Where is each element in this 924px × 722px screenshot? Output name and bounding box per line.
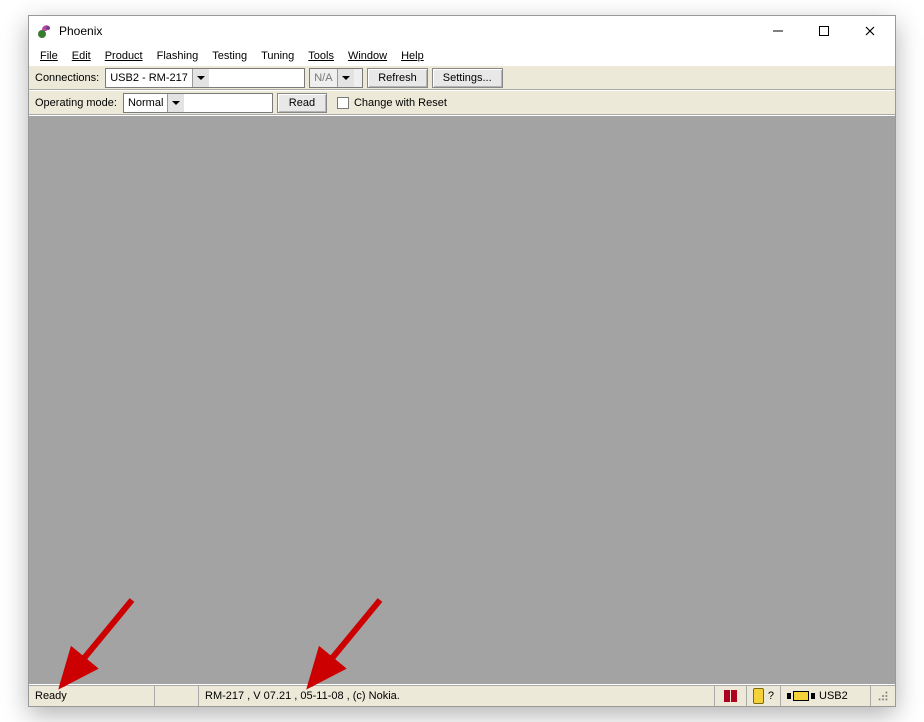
- status-help[interactable]: ?: [747, 686, 781, 706]
- menu-help[interactable]: Help: [394, 49, 431, 63]
- app-icon: [37, 23, 53, 39]
- menu-testing[interactable]: Testing: [205, 49, 254, 63]
- status-grip: [871, 686, 895, 706]
- menu-bar: File Edit Product Flashing Testing Tunin…: [29, 46, 895, 65]
- status-device-info-text: RM-217 , V 07.21 , 05-11-08 , (c) Nokia.: [205, 690, 400, 702]
- close-button[interactable]: [847, 16, 893, 46]
- resize-grip-icon: [877, 689, 889, 703]
- checkbox-box-icon[interactable]: [337, 97, 349, 109]
- na-combo: N/A: [309, 68, 363, 88]
- mdi-client-area: [29, 115, 895, 685]
- usb-icon: [787, 691, 815, 701]
- menu-file[interactable]: File: [33, 49, 65, 63]
- maximize-button[interactable]: [801, 16, 847, 46]
- refresh-button[interactable]: Refresh: [367, 68, 428, 88]
- connections-label: Connections:: [35, 72, 99, 84]
- read-button[interactable]: Read: [277, 93, 327, 113]
- status-usb: USB2: [781, 686, 871, 706]
- operating-mode-value: Normal: [124, 94, 167, 112]
- status-usb-text: USB2: [819, 690, 848, 702]
- status-device-info: RM-217 , V 07.21 , 05-11-08 , (c) Nokia.: [199, 686, 715, 706]
- operating-mode-combo[interactable]: Normal: [123, 93, 273, 113]
- na-value: N/A: [310, 69, 336, 87]
- toolbar-operating-mode: Operating mode: Normal Read Change with …: [29, 90, 895, 115]
- menu-product[interactable]: Product: [98, 49, 150, 63]
- connections-combo[interactable]: USB2 - RM-217: [105, 68, 305, 88]
- operating-mode-label: Operating mode:: [35, 97, 117, 109]
- status-spacer-1: [155, 686, 199, 706]
- menu-tuning[interactable]: Tuning: [254, 49, 301, 63]
- menu-tools[interactable]: Tools: [301, 49, 341, 63]
- title-bar: Phoenix: [29, 16, 895, 46]
- menu-edit[interactable]: Edit: [65, 49, 98, 63]
- status-ready-text: Ready: [35, 690, 67, 702]
- menu-flashing[interactable]: Flashing: [150, 49, 206, 63]
- status-ready: Ready: [29, 686, 155, 706]
- toolbar-connections: Connections: USB2 - RM-217 N/A Refresh S…: [29, 65, 895, 90]
- connections-value: USB2 - RM-217: [106, 69, 192, 87]
- app-title: Phoenix: [59, 24, 102, 38]
- chevron-down-icon[interactable]: [192, 69, 209, 87]
- status-bar: Ready RM-217 , V 07.21 , 05-11-08 , (c) …: [29, 685, 895, 706]
- help-badge-icon: [753, 688, 764, 704]
- menu-window[interactable]: Window: [341, 49, 394, 63]
- chevron-down-icon[interactable]: [167, 94, 184, 112]
- progress-bar-icon: [724, 690, 730, 702]
- status-progress: [715, 686, 747, 706]
- chevron-down-icon: [337, 69, 354, 87]
- settings-button[interactable]: Settings...: [432, 68, 503, 88]
- minimize-button[interactable]: [755, 16, 801, 46]
- window-controls: [755, 16, 893, 46]
- change-with-reset-checkbox[interactable]: Change with Reset: [337, 97, 447, 109]
- app-window: Phoenix File Edit Product Flashing Testi…: [28, 15, 896, 707]
- change-with-reset-label: Change with Reset: [354, 97, 447, 109]
- help-question-mark: ?: [768, 690, 774, 702]
- progress-bar-icon: [731, 690, 737, 702]
